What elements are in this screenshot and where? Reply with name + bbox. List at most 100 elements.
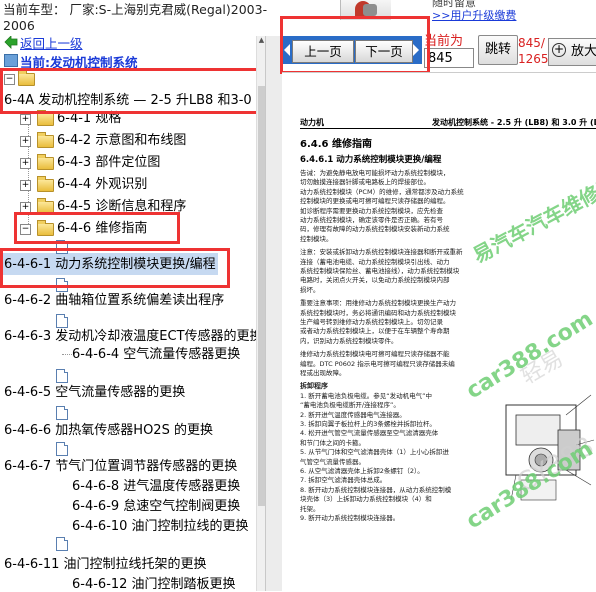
highlight-6-4-6 — [14, 212, 180, 244]
navigation-tree-panel: 返回上一级 当前:发动机控制系统 − 6-4A 发动机控制系统 — 2-5 升L… — [0, 36, 264, 591]
document-icon — [56, 537, 68, 551]
doc-item-6-4-6-2[interactable]: 6-4-6-2 曲轴箱位置系统偏差读出程序 — [4, 292, 256, 310]
tree-item-6-4-3[interactable]: + 6-4-3 部件定位图 — [20, 154, 240, 172]
doc-item-label: 6-4-6-6 加热氧传感器HO2S 的更换 — [4, 423, 213, 438]
doc-text-line: 4. 松开进气管空气流量传感器至空气滤清器壳体 — [300, 429, 439, 438]
doc-text-line: 电路时，关闭点火开关，以免动力系统控制模块内部 — [300, 276, 450, 285]
doc-subtitle: 6.4.6.1 动力系统控制模块更换/编程 — [300, 155, 442, 165]
doc-item-label: 6-4-6-12 油门控制踏板更换 — [72, 577, 236, 591]
expand-icon[interactable]: + — [20, 158, 31, 169]
tree-item-6-4-2[interactable]: + 6-4-2 示意图和布线图 — [20, 132, 240, 150]
doc-item-6-4-6-10[interactable]: 6-4-6-10 油门控制拉线的更换 — [72, 518, 256, 536]
folder-icon — [37, 110, 54, 126]
doc-item-label: 6-4-6-11 油门控制拉线托架的更换 — [4, 557, 207, 572]
doc-item-label: 6-4-6-5 空气流量传感器的更换 — [4, 385, 186, 400]
folder-icon — [37, 176, 54, 192]
tree-item-label: 6-4-4 外观识别 — [57, 177, 148, 192]
doc-item-label: 6-4-6-4 空气流量传感器更换 — [72, 347, 241, 362]
document-icon — [56, 442, 68, 456]
back-link[interactable]: 返回上一级 — [20, 36, 83, 52]
watermark-brand: 易汽车 — [468, 218, 534, 268]
doc-text-line: 重要注意事项：用维修动力系统控制模块更换生产动力 — [300, 299, 456, 308]
tree-item-label: 6-4-3 部件定位图 — [57, 155, 161, 170]
highlight-6-4-6-1 — [0, 248, 230, 288]
doc-item-label: 6-4-6-9 怠速空气控制阀更换 — [72, 499, 241, 514]
doc-text-line: 告诫：为避免静电放电可能损坏动力系统控制模块， — [300, 169, 450, 177]
doc-text-line: 连接（蓄电池电缆、动力系统控制模块引出线、动力 — [300, 257, 450, 266]
site-watermark: 易汽车汽车维修平台 — [467, 158, 596, 268]
doc-text-line: 编程。DTC P0602 指示电可擦可编程只读存储器未编 — [300, 359, 455, 368]
expand-icon[interactable]: + — [20, 136, 31, 147]
doc-text-line: 切勿触摸连接器针脚或电路板上的焊接部位。 — [300, 178, 430, 187]
folder-icon — [37, 154, 54, 170]
document-icon — [56, 369, 68, 383]
doc-text-line: 2. 断开进气温度传感器电气连接器。 — [300, 410, 406, 419]
folder-icon — [37, 132, 54, 148]
computer-icon — [4, 54, 18, 67]
doc-text-line: 控制模块。 — [300, 234, 333, 243]
doc-item-label: 6-4-6-10 油门控制拉线的更换 — [72, 519, 249, 534]
document-icon — [56, 314, 68, 328]
scrollbar-thumb[interactable] — [258, 86, 265, 506]
doc-text-line: 块壳体（3）上拆卸动力系统控制模块（4）和 — [300, 495, 432, 504]
expand-icon[interactable]: + — [20, 180, 31, 191]
doc-text-line: 控制模块的更换或电可擦可编程只读存储器的编程。 — [300, 197, 450, 206]
doc-item-6-4-6-9[interactable]: 6-4-6-9 怠速空气控制阀更换 — [72, 498, 256, 516]
doc-text-line: 生产编号转到维修动力系统控制模块上。切勿记录 — [300, 318, 443, 326]
tree-item-label: 6-4-2 示意图和布线图 — [57, 133, 187, 148]
doc-item-6-4-6-4[interactable]: 6-4-6-4 空气流量传感器更换 — [72, 346, 256, 364]
doc-text-line: 如诊断程序需要更换动力系统控制模块，应先检查 — [300, 206, 443, 215]
doc-text-line: 动力系统控制模块（PCM）的维修，通常都涉及动力系统 — [300, 187, 464, 196]
vehicle-label: 当前车型： 厂家:S-上海别克君威(Regal)2003- — [3, 2, 268, 17]
page-count-current: 845/ — [518, 36, 545, 50]
highlight-root-section — [0, 68, 264, 114]
zoom-in-button[interactable]: + 放大 — [548, 38, 596, 66]
watermark-platform: 汽车维修平台 — [521, 162, 596, 240]
jump-button[interactable]: 跳转 — [478, 35, 518, 65]
page-number-input[interactable]: 845 — [424, 48, 474, 68]
doc-text-line: 7. 拆卸空气滤清器壳体总成。 — [300, 476, 387, 485]
doc-title: 6.4.6 维修指南 — [300, 139, 372, 150]
doc-text-line: 维修动力系统控制模块电可擦可编程只读存储器不能 — [300, 350, 450, 359]
upgrade-payment-link[interactable]: >>用户升级缴费 — [432, 7, 516, 23]
doc-text-line: 8. 断开动力系统控制模块连接器，从动力系统控制模 — [300, 485, 452, 494]
doc-item-6-4-6-3[interactable]: 6-4-6-3 发动机冷却液温度ECT传感器的更换 — [4, 328, 258, 346]
doc-text-line: 动力系统控制模块，确定该零件是否正确。若有号 — [300, 216, 443, 224]
doc-text-line: 注意：安装或拆卸动力系统控制模块连接器和断开或重新 — [300, 248, 463, 257]
doc-text-line: 损坏。 — [300, 285, 320, 294]
expand-icon[interactable]: + — [20, 114, 31, 125]
doc-text-line: “蓄电池负极电缆断开/连接程序”。 — [300, 401, 400, 410]
doc-item-6-4-6-7[interactable]: 6-4-6-7 节气门位置调节器传感器的更换 — [4, 458, 256, 476]
doc-item-6-4-6-12[interactable]: 6-4-6-12 油门控制踏板更换 — [72, 576, 256, 591]
scroll-up-icon[interactable]: ▲ — [258, 36, 265, 44]
doc-text-line: 3. 拆卸向翼子板拉杆上的3条螺栓并拆卸拉杆。 — [300, 420, 436, 428]
doc-header-left: 动力机 — [300, 118, 324, 127]
doc-item-label: 6-4-6-7 节气门位置调节器传感器的更换 — [4, 459, 238, 474]
doc-item-6-4-6-11[interactable]: 6-4-6-11 油门控制拉线托架的更换 — [4, 556, 256, 574]
doc-item-6-4-6-6[interactable]: 6-4-6-6 加热氧传感器HO2S 的更换 — [4, 422, 256, 440]
doc-text-line: 系统控制模块保险丝、蓄电池接线），动力系统控制模块 — [300, 267, 460, 275]
doc-item-label: 6-4-6-8 进气温度传感器更换 — [72, 479, 241, 494]
doc-item-6-4-6-8[interactable]: 6-4-6-8 进气温度传感器更换 — [72, 478, 256, 496]
back-arrow-icon[interactable] — [4, 36, 18, 49]
highlight-page-nav — [280, 16, 430, 74]
zoom-label: 放大 — [571, 44, 596, 59]
doc-text-line: 5. 从节气门体和空气滤清器壳体（1）上小心拆卸进 — [300, 448, 449, 457]
document-icon — [56, 406, 68, 420]
doc-text-line: 或者动力系统控制模块上，以便于在车辆整个寿命期 — [300, 327, 450, 336]
doc-text-line: 6. 从空气滤清器壳体上拆卸2条螺钉（2）。 — [300, 467, 424, 475]
vehicle-label-cont: 2006 — [3, 18, 35, 33]
doc-item-label: 6-4-6-3 发动机冷却液温度ECT传感器的更换 — [4, 329, 258, 344]
doc-item-6-4-6-5[interactable]: 6-4-6-5 空气流量传感器的更换 — [4, 384, 256, 402]
document-viewer: 动力机 发动机控制系统 - 2.5 升 (LB8) 和 3.0 升 (L 6.4… — [282, 72, 596, 592]
doc-text-line: 拆卸程序 — [300, 382, 328, 391]
doc-text-line: 系统控制模块时，务必将通讯编码和动力系统控制模块 — [300, 308, 456, 317]
panel-splitter[interactable] — [265, 36, 283, 591]
doc-text-line: 和节门体之间的卡箍。 — [300, 438, 365, 447]
tree-item-6-4-4[interactable]: + 6-4-4 外观识别 — [20, 176, 240, 194]
zoom-in-icon: + — [552, 42, 566, 57]
doc-item-label: 6-4-6-2 曲轴箱位置系统偏差读出程序 — [4, 293, 225, 308]
doc-text-line: 程或出现故障。 — [300, 369, 346, 377]
doc-text-line: 1. 断开蓄电池负极电缆。参见“发动机电气”中 — [300, 391, 433, 400]
doc-text-line: 托架。 — [300, 504, 320, 513]
